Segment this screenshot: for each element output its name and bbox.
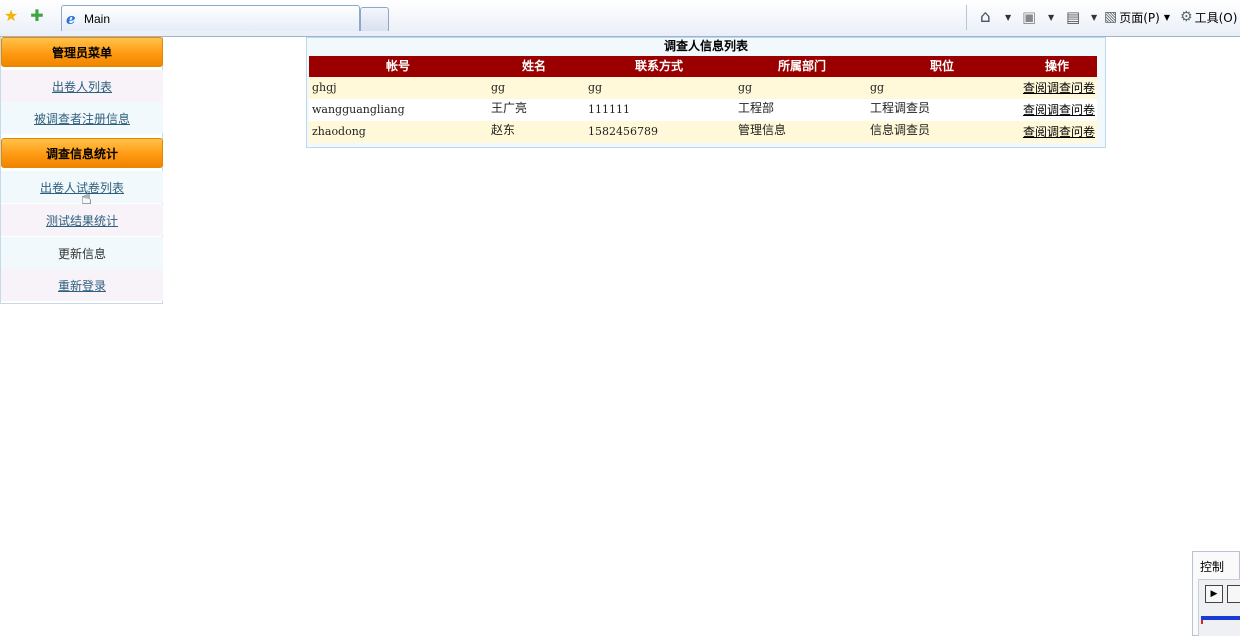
- view-survey-link[interactable]: 查阅调查问卷: [1023, 121, 1095, 143]
- print-dropdown-icon[interactable]: ▼: [1091, 13, 1097, 22]
- new-tab-button[interactable]: [360, 7, 389, 31]
- feeds-dropdown-icon[interactable]: ▼: [1048, 13, 1054, 22]
- tab-main[interactable]: e Main: [61, 5, 360, 31]
- sidebar-item-label: 重新登录: [57, 278, 106, 293]
- cell-department: 工程部: [738, 101, 775, 115]
- column-header: 联系方式: [634, 59, 683, 73]
- tools-menu-label: 工具(O): [1194, 10, 1238, 25]
- view-survey-link[interactable]: 查阅调查问卷: [1023, 77, 1095, 99]
- table-header: 帐号 姓名 联系方式 所属部门 职位 操作: [309, 56, 1097, 77]
- table-row: zhaodong 赵东 1582456789 管理信息 信息调查员 查阅调查问卷: [309, 121, 1097, 143]
- table-row: wangguangliang 王广亮 111111 工程部 工程调查员 查阅调查…: [309, 99, 1097, 121]
- page-icon: ▧: [1104, 9, 1118, 25]
- column-header: 所属部门: [777, 59, 826, 73]
- table-row: ghgj gg gg gg gg 查阅调查问卷: [309, 77, 1097, 99]
- sidebar-item-label: 被调查者注册信息: [33, 111, 130, 126]
- cell-department: gg: [738, 81, 753, 94]
- control-body: ▶: [1198, 579, 1240, 636]
- hand-cursor-icon: ☝: [81, 188, 92, 209]
- cell-contact: 111111: [588, 103, 630, 116]
- page-dropdown-icon: ▼: [1163, 12, 1170, 22]
- sidebar-item-label: 更新信息: [57, 246, 106, 261]
- tab-title: Main: [84, 11, 111, 26]
- sidebar-item-update-info[interactable]: 更新信息: [1, 237, 163, 269]
- play-icon[interactable]: ▶: [1205, 585, 1223, 603]
- ie-icon: e: [66, 9, 76, 28]
- favorites-star-icon[interactable]: ★: [1, 6, 21, 26]
- control-title: 控制: [1200, 560, 1225, 574]
- sidebar-item-issuer-list[interactable]: 出卷人列表: [1, 70, 163, 102]
- cell-account: wangguangliang: [312, 103, 405, 116]
- tools-menu[interactable]: ⚙ 工具(O): [1180, 6, 1237, 28]
- control-panel: 控制 ▶: [1192, 551, 1240, 636]
- sidebar-header-statistics[interactable]: 调查信息统计: [1, 138, 163, 168]
- page-menu[interactable]: ▧ 页面(P) ▼: [1104, 6, 1170, 28]
- table-title: 调查人信息列表: [663, 39, 748, 53]
- cell-name: 赵东: [491, 123, 516, 137]
- home-dropdown-icon[interactable]: ▼: [1005, 13, 1011, 22]
- cell-position: gg: [870, 81, 885, 94]
- cell-name: 王广亮: [491, 101, 528, 115]
- cell-contact: gg: [588, 81, 603, 94]
- progress-marker: [1201, 620, 1203, 624]
- cell-contact: 1582456789: [588, 125, 658, 138]
- sidebar: 管理员菜单 出卷人列表 被调查者注册信息 调查信息统计 出卷人试卷列表 测试结果…: [0, 37, 163, 304]
- sidebar-item-label: 出卷人列表: [51, 79, 112, 94]
- column-header: 姓名: [521, 59, 546, 73]
- feeds-icon[interactable]: ▣: [1022, 6, 1036, 28]
- add-favorite-icon[interactable]: ✚: [27, 6, 47, 26]
- next-button[interactable]: [1227, 585, 1240, 603]
- cell-position: 工程调查员: [870, 101, 931, 115]
- browser-toolbar: ★ ✚ e Main ⌂ ▼ ▣ ▼ ▤ ▼ ▧ 页面(P) ▼ ⚙ 工具(O): [0, 0, 1240, 37]
- cell-name: gg: [491, 81, 506, 94]
- cell-account: ghgj: [312, 81, 337, 94]
- home-icon[interactable]: ⌂: [980, 6, 991, 28]
- page-menu-label: 页面(P): [1119, 10, 1160, 25]
- respondent-table-panel: 调查人信息列表 帐号 姓名 联系方式 所属部门 职位 操作 ghgj gg gg…: [306, 37, 1106, 148]
- sidebar-header-admin[interactable]: 管理员菜单: [1, 37, 163, 67]
- toolbar-divider: [966, 5, 967, 30]
- column-header: 操作: [1044, 59, 1069, 73]
- cell-account: zhaodong: [312, 125, 366, 138]
- progress-bar[interactable]: [1201, 616, 1240, 620]
- cell-position: 信息调查员: [870, 123, 931, 137]
- gear-icon: ⚙: [1180, 9, 1193, 25]
- column-header: 帐号: [385, 59, 410, 73]
- column-header: 职位: [929, 59, 954, 73]
- view-survey-link[interactable]: 查阅调查问卷: [1023, 99, 1095, 121]
- sidebar-item-relogin[interactable]: 重新登录: [1, 269, 163, 301]
- print-icon[interactable]: ▤: [1066, 6, 1080, 28]
- sidebar-item-label: 测试结果统计: [45, 213, 118, 228]
- sidebar-item-respondent-registration[interactable]: 被调查者注册信息: [1, 102, 163, 134]
- cell-department: 管理信息: [738, 123, 787, 137]
